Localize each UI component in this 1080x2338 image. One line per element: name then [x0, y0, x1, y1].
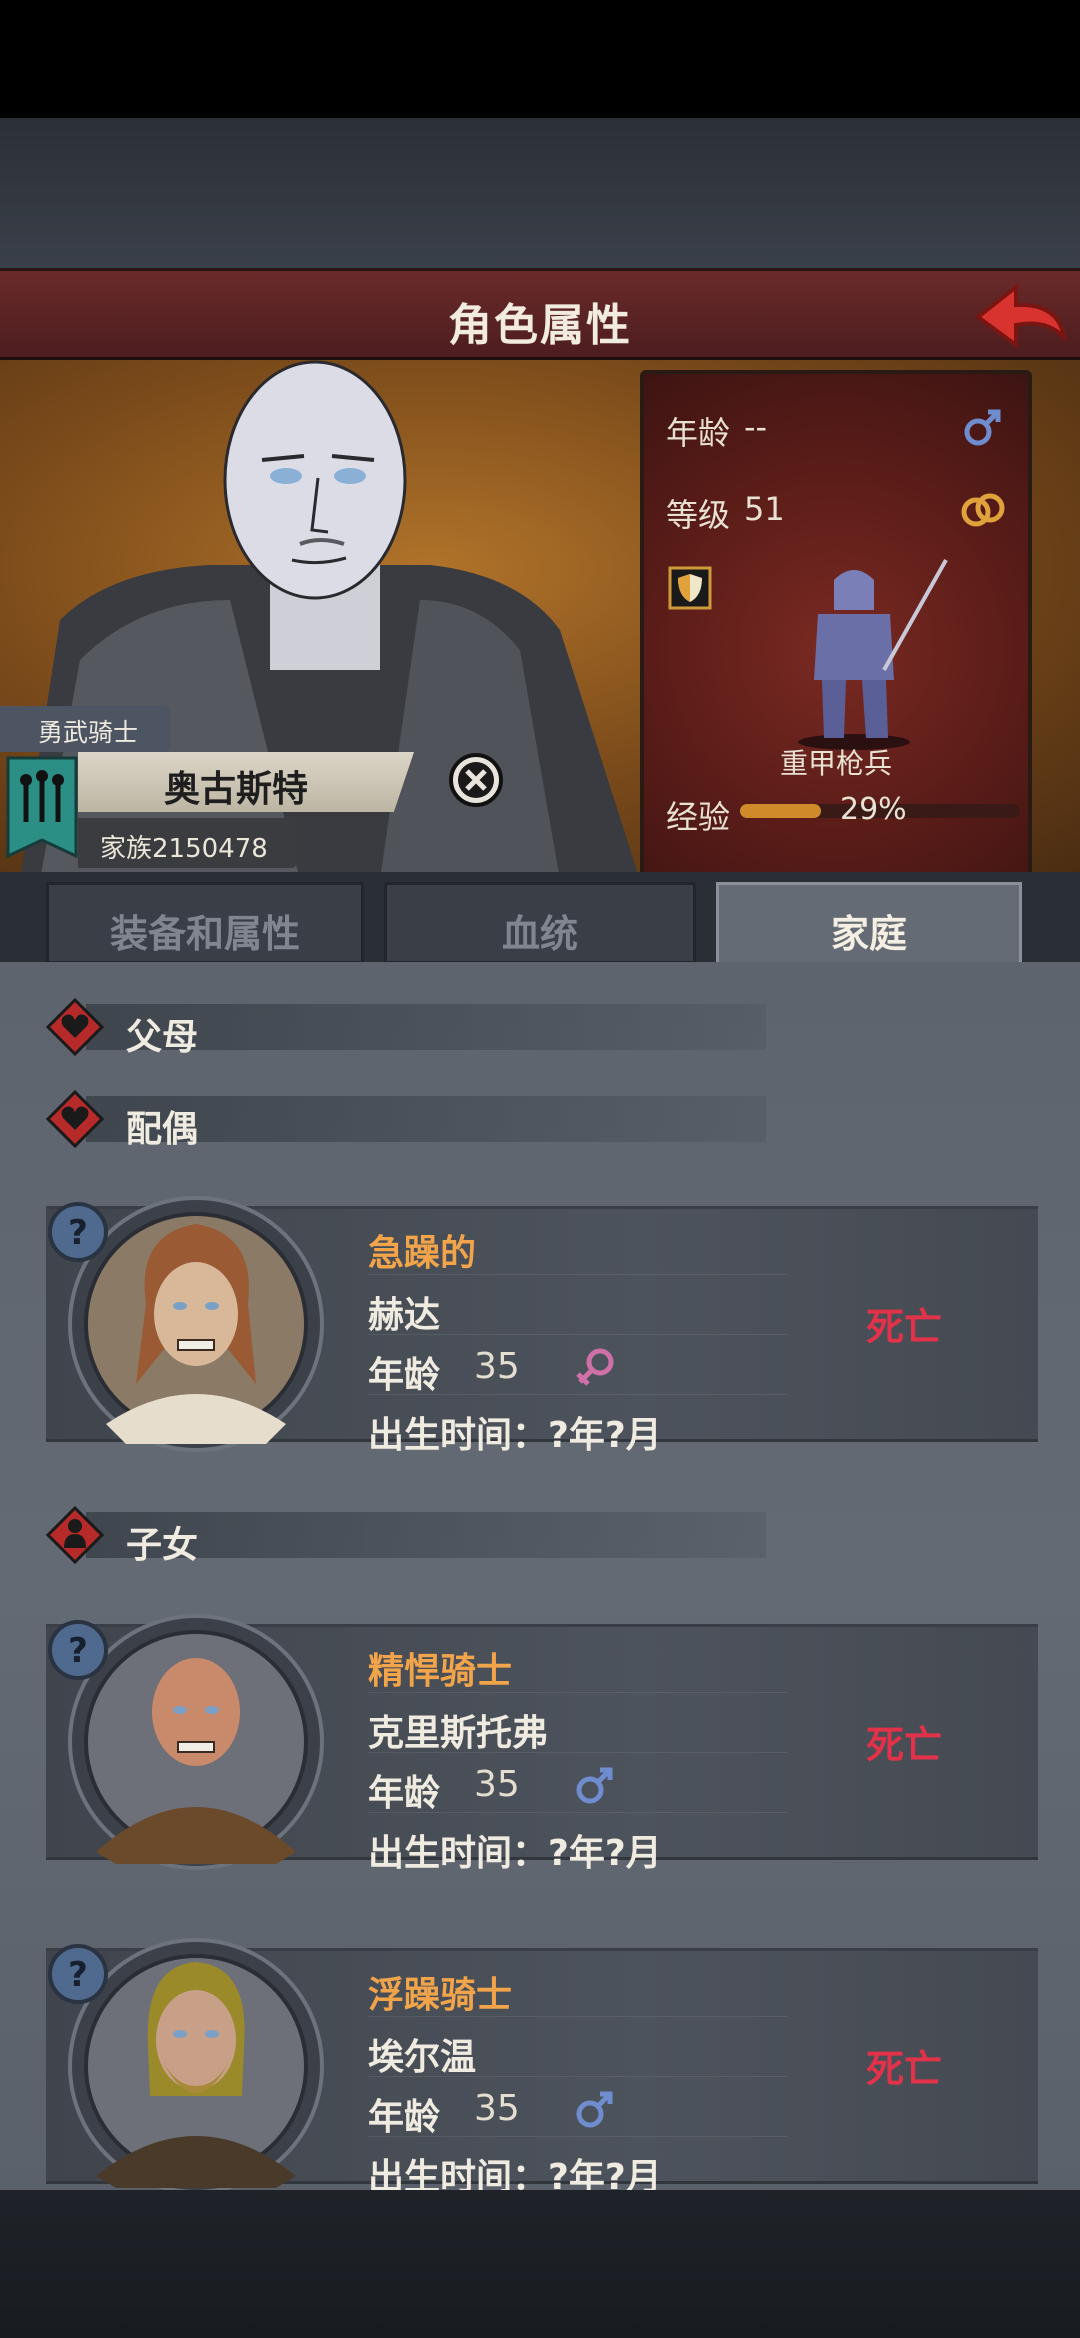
- bottom-bar: [0, 2190, 1080, 2338]
- heart-icon: [46, 998, 104, 1056]
- exp-label: 经验: [666, 798, 731, 836]
- birth-time: 出生时间：?年?月: [368, 1833, 662, 1874]
- page-title: 角色属性: [448, 300, 632, 351]
- age-value: 35: [474, 2088, 520, 2129]
- child-icon: [46, 1506, 104, 1564]
- age-label: 年龄: [666, 414, 731, 452]
- title-bar: 角色属性: [0, 268, 1080, 360]
- character-name: 奥古斯特: [163, 769, 308, 810]
- section-spouse[interactable]: 配偶: [46, 1090, 766, 1150]
- trait: 浮躁骑士: [368, 1975, 513, 2016]
- trait: 急躁的: [368, 1233, 477, 1274]
- exp-value: 29%: [840, 792, 907, 827]
- trait: 精悍骑士: [368, 1651, 513, 1692]
- back-arrow-icon[interactable]: [970, 279, 1070, 355]
- age-label: 年龄: [368, 1355, 441, 1396]
- status-bar: [0, 0, 1080, 118]
- member-name: 埃尔温: [368, 2037, 477, 2078]
- member-name: 赫达: [368, 1295, 441, 1336]
- tab-bloodline[interactable]: 血统: [384, 882, 696, 964]
- age-label: 年龄: [368, 1773, 441, 1814]
- svg-text:?: ?: [68, 1213, 88, 1253]
- female-icon: [576, 1348, 614, 1386]
- tab-equipment[interactable]: 装备和属性: [46, 882, 364, 964]
- question-icon[interactable]: ?: [46, 1200, 110, 1264]
- question-icon[interactable]: ?: [46, 1942, 110, 2006]
- birth-time: 出生时间：?年?月: [368, 2157, 662, 2190]
- tab-family[interactable]: 家庭: [716, 882, 1022, 964]
- section-children-label: 子女: [126, 1525, 199, 1566]
- close-icon[interactable]: [448, 752, 504, 808]
- birth-time: 出生时间：?年?月: [368, 1415, 662, 1456]
- age-value: --: [744, 408, 768, 446]
- question-icon[interactable]: ?: [46, 1618, 110, 1682]
- spouse-card[interactable]: ? 急躁的 赫达 年龄 35 出生时间：?年?月 死亡: [46, 1194, 1038, 1456]
- section-spouse-label: 配偶: [126, 1109, 199, 1150]
- status-badge: 死亡: [866, 2047, 943, 2091]
- rank-tag: 勇武骑士: [0, 706, 170, 752]
- member-name: 克里斯托弗: [368, 1713, 549, 1754]
- shield-icon: [668, 566, 712, 610]
- age-value: 35: [474, 1764, 520, 1805]
- level-value: 51: [744, 490, 785, 528]
- male-icon: [964, 409, 1001, 446]
- header-background: [0, 118, 1080, 270]
- character-name-box: 奥古斯特: [78, 752, 414, 812]
- child-card[interactable]: ? 浮躁骑士 埃尔温 年龄 35 出生时间：?年?月 死亡: [46, 1936, 1038, 2190]
- rings-icon: [961, 493, 1005, 527]
- unit-name: 重甲枪兵: [779, 747, 892, 780]
- age-label: 年龄: [368, 2097, 441, 2138]
- tab-bar: 装备和属性 血统 家庭: [0, 872, 1080, 964]
- family-id: 家族2150478: [100, 834, 268, 864]
- status-badge: 死亡: [866, 1723, 943, 1767]
- male-icon: [576, 2091, 613, 2128]
- family-content[interactable]: 父母 配偶 ? 急躁的 赫达 年龄 35 出生时间：?年?月 死亡 子女 ? 精…: [0, 962, 1080, 2190]
- section-parents[interactable]: 父母: [46, 998, 766, 1058]
- section-parents-label: 父母: [126, 1017, 199, 1058]
- family-banner-icon: [6, 756, 78, 858]
- unit-figure: [798, 559, 948, 750]
- child-card[interactable]: ? 精悍骑士 克里斯托弗 年龄 35 出生时间：?年?月 死亡: [46, 1612, 1038, 1874]
- age-value: 35: [474, 1346, 520, 1387]
- section-children[interactable]: 子女: [46, 1506, 766, 1566]
- exp-bar-fill: [740, 804, 822, 818]
- stats-panel: 年龄 -- 等级 51 重甲枪兵 经验 29%: [640, 370, 1032, 880]
- level-label: 等级: [666, 496, 731, 534]
- heart-icon: [46, 1090, 104, 1148]
- svg-text:?: ?: [68, 1955, 88, 1995]
- male-icon: [576, 1767, 613, 1804]
- svg-text:?: ?: [68, 1631, 88, 1671]
- status-badge: 死亡: [866, 1305, 943, 1349]
- family-box: 家族2150478: [78, 818, 296, 868]
